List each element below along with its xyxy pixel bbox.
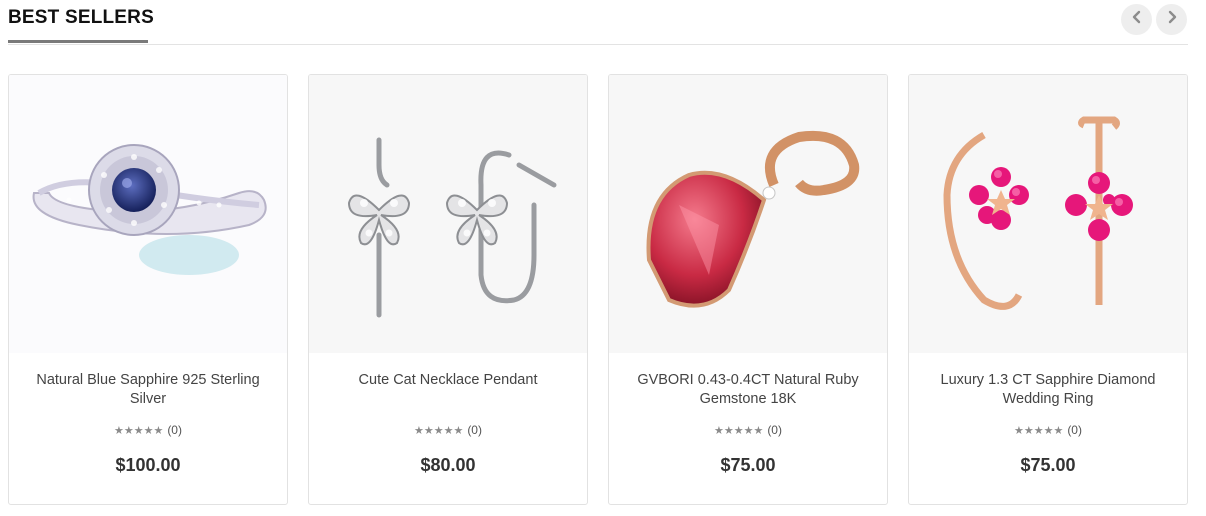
product-image[interactable] — [609, 75, 887, 353]
product-price: $100.00 — [115, 455, 181, 475]
product-price: $80.00 — [420, 455, 476, 475]
product-rating: ★★★★★ (0) — [609, 423, 887, 437]
product-price: $75.00 — [1020, 455, 1076, 475]
rating-count: (0) — [467, 423, 482, 437]
product-image[interactable] — [309, 75, 587, 353]
section-title: BEST SELLERS — [8, 7, 154, 28]
chevron-right-icon — [1165, 10, 1179, 29]
chevron-left-icon — [1130, 10, 1144, 29]
star-rating-icon: ★★★★★ — [714, 425, 764, 437]
product-name[interactable]: Luxury 1.3 CT Sapphire Diamond Wedding R… — [923, 371, 1173, 409]
section-header: BEST SELLERS — [8, 0, 1188, 45]
rating-count: (0) — [167, 423, 182, 437]
rating-count: (0) — [767, 423, 782, 437]
product-image[interactable] — [9, 75, 287, 353]
product-card[interactable]: GVBORI 0.43-0.4CT Natural Ruby Gemstone … — [608, 74, 888, 505]
product-rating: ★★★★★ (0) — [909, 423, 1187, 437]
product-card[interactable]: Luxury 1.3 CT Sapphire Diamond Wedding R… — [908, 74, 1188, 505]
carousel-prev-button[interactable] — [1121, 4, 1152, 35]
star-rating-icon: ★★★★★ — [414, 425, 464, 437]
product-image[interactable] — [909, 75, 1187, 353]
product-name[interactable]: Natural Blue Sapphire 925 Sterling Silve… — [23, 371, 273, 409]
star-rating-icon: ★★★★★ — [1014, 425, 1064, 437]
rating-count: (0) — [1067, 423, 1082, 437]
product-carousel: Natural Blue Sapphire 925 Sterling Silve… — [8, 74, 1188, 505]
product-name[interactable]: Cute Cat Necklace Pendant — [323, 371, 573, 390]
product-rating: ★★★★★ (0) — [9, 423, 287, 437]
carousel-next-button[interactable] — [1156, 4, 1187, 35]
product-card[interactable]: Natural Blue Sapphire 925 Sterling Silve… — [8, 74, 288, 505]
product-price: $75.00 — [720, 455, 776, 475]
product-card[interactable]: Cute Cat Necklace Pendant ★★★★★ (0) $80.0… — [308, 74, 588, 505]
product-name[interactable]: GVBORI 0.43-0.4CT Natural Ruby Gemstone … — [623, 371, 873, 409]
title-underline — [8, 40, 148, 43]
star-rating-icon: ★★★★★ — [114, 425, 164, 437]
product-rating: ★★★★★ (0) — [309, 423, 587, 437]
